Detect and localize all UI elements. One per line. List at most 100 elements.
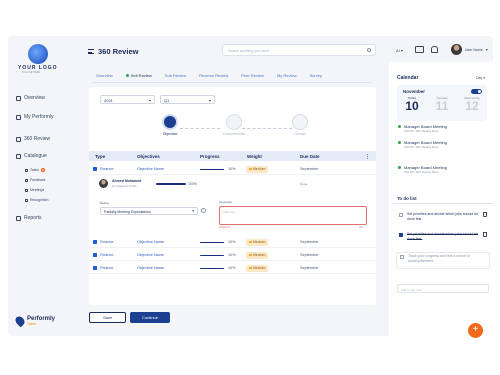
row-checkbox[interactable]: [93, 167, 97, 171]
progress-bar: [200, 267, 224, 269]
progress-bar: [200, 168, 224, 170]
bell-icon[interactable]: [431, 46, 438, 53]
step-overall[interactable]: Overall: [285, 114, 315, 136]
sidebar-item-360-review[interactable]: 360 Review: [16, 136, 50, 142]
chevron-down-icon: ▾: [485, 47, 488, 52]
tab-self-review[interactable]: Self Review: [125, 73, 152, 78]
calendar-day[interactable]: Tuesday 11: [429, 96, 455, 113]
todo-item[interactable]: Set priorities and decide which jobs sho…: [396, 211, 490, 228]
calendar-widget: November Today 10 Tuesday 11 Wednesday 12: [397, 85, 487, 121]
avatar: [451, 44, 462, 55]
step-connector: [180, 128, 220, 129]
meeting-dot-icon: [398, 166, 401, 169]
trash-icon[interactable]: [483, 212, 487, 217]
overview-icon: [16, 95, 21, 101]
todo-item[interactable]: Track your progress and feel a sense of …: [396, 252, 490, 269]
meeting-dot-icon: [398, 125, 401, 128]
review-icon: [16, 136, 21, 142]
row-checkbox[interactable]: [93, 266, 97, 270]
sidebar-item-overview[interactable]: Overview: [16, 95, 45, 101]
todo-title: To do list: [397, 196, 417, 201]
search-input[interactable]: Search anything you need: [222, 44, 376, 56]
tabs-divider: [92, 82, 372, 83]
sidebar-item-catalogue[interactable]: Catalogue: [16, 153, 47, 159]
table-row[interactable]: Finance Objective Name 10% Medium Septem…: [89, 262, 376, 274]
table-row[interactable]: Finance Objective Name 10% Medium Septem…: [89, 236, 376, 248]
year-select[interactable]: 2021 ▾: [100, 95, 155, 104]
sidebar-sub-feedback[interactable]: Feedback: [25, 178, 45, 182]
brand-footer: Performly Talent: [13, 314, 55, 328]
tab-sub-review[interactable]: Sub Review: [165, 73, 186, 78]
calendar-view-select[interactable]: Day ▾: [476, 76, 485, 80]
tab-peer-review[interactable]: Peer Review: [241, 73, 264, 78]
user-icon: [16, 114, 21, 120]
weight-dot-icon: [249, 240, 252, 244]
table-row[interactable]: Finance Objective Name 10% Medium Septem…: [89, 249, 376, 261]
add-button[interactable]: +: [468, 323, 483, 338]
tab-overview[interactable]: Overview: [96, 73, 113, 78]
weight-badge: Medium: [246, 251, 269, 259]
rating-select[interactable]: Partially Meeting Expectations ▾: [100, 207, 198, 215]
todo-item[interactable]: Set priorities and decide which jobs sho…: [396, 231, 490, 248]
objective-detail: Ahmed Mohamed My Assigned Profile 100% D…: [89, 174, 376, 234]
weight-badge: Medium: [246, 238, 269, 246]
tab-survey[interactable]: Survey: [310, 73, 322, 78]
step-objective[interactable]: Objective: [155, 114, 185, 136]
comment-field[interactable]: Add note: [219, 206, 367, 225]
menu-icon[interactable]: [88, 49, 94, 54]
progress-bar: [200, 241, 224, 243]
calendar-day[interactable]: Today 10: [399, 96, 425, 113]
todo-checkbox[interactable]: [399, 233, 403, 237]
weight-dot-icon: [249, 253, 252, 257]
sidebar-item-reports[interactable]: Reports: [16, 215, 42, 221]
language-select[interactable]: AI ▾: [396, 48, 403, 53]
calendar-toggle[interactable]: [471, 89, 482, 94]
brand-sub: Talent: [27, 322, 37, 326]
user-menu[interactable]: User Name ▾: [451, 44, 488, 55]
active-dot-icon: [125, 74, 129, 77]
overall-icon: [292, 114, 308, 130]
weight-badge: Medium: [246, 264, 269, 272]
sidebar-item-my-performly[interactable]: My Performly: [16, 114, 53, 120]
weight-dot-icon: [249, 167, 252, 171]
tab-reverse-review[interactable]: Reverse Review: [199, 73, 228, 78]
meeting-item[interactable]: Manager Board Meeting 9:00 AM · ADC Meeti…: [398, 124, 447, 133]
objectives-table-header: Type Objectives Progress Weight Due Date…: [89, 151, 376, 161]
row-checkbox[interactable]: [93, 253, 97, 257]
meetings-icon: [25, 188, 28, 192]
trash-icon[interactable]: [483, 232, 487, 237]
more-options-icon[interactable]: ⋮: [365, 154, 370, 160]
todo-divider: [393, 203, 493, 204]
brand-pin-icon: [13, 314, 27, 328]
calendar-day[interactable]: Wednesday 12: [459, 96, 485, 113]
chevron-down-icon: ▾: [148, 97, 151, 103]
info-icon[interactable]: [201, 208, 206, 213]
tasks-icon: [25, 168, 28, 172]
todo-input[interactable]: Add a new task: [397, 284, 489, 293]
continue-button[interactable]: Continue: [130, 312, 170, 323]
sidebar-sub-tasks[interactable]: Tasks 4: [25, 168, 45, 172]
row-checkbox[interactable]: [93, 240, 97, 244]
step-competencies[interactable]: Competencies: [218, 114, 250, 136]
weight-badge: Medium: [246, 165, 269, 173]
calendar-title: Calendar: [397, 75, 419, 81]
meeting-item[interactable]: Manager Board Meeting 9:00 AM · ADC Meeti…: [398, 140, 447, 149]
todo-checkbox[interactable]: [399, 213, 403, 217]
tab-my-review[interactable]: My Review: [277, 73, 297, 78]
sidebar-sub-meetings[interactable]: Meetings: [25, 188, 44, 192]
progress-bar: [156, 183, 186, 185]
weight-dot-icon: [249, 266, 252, 270]
progress-bar: [200, 254, 224, 256]
competencies-icon: [226, 114, 242, 130]
catalogue-icon: [16, 153, 21, 159]
chevron-down-icon: ▾: [208, 97, 211, 103]
mail-icon[interactable]: [415, 46, 424, 53]
sidebar-sub-recognition[interactable]: Recognition: [25, 198, 48, 202]
save-button[interactable]: Save: [89, 312, 126, 323]
meeting-item[interactable]: Manager Board Meeting 9:00 AM · ADC Meeti…: [398, 165, 447, 174]
todo-checkbox[interactable]: [400, 255, 404, 259]
page-title: 360 Review: [88, 47, 138, 56]
chevron-down-icon: ▾: [192, 209, 194, 213]
quarter-select[interactable]: Q1 ▾: [160, 95, 215, 104]
target-icon: [162, 114, 178, 130]
